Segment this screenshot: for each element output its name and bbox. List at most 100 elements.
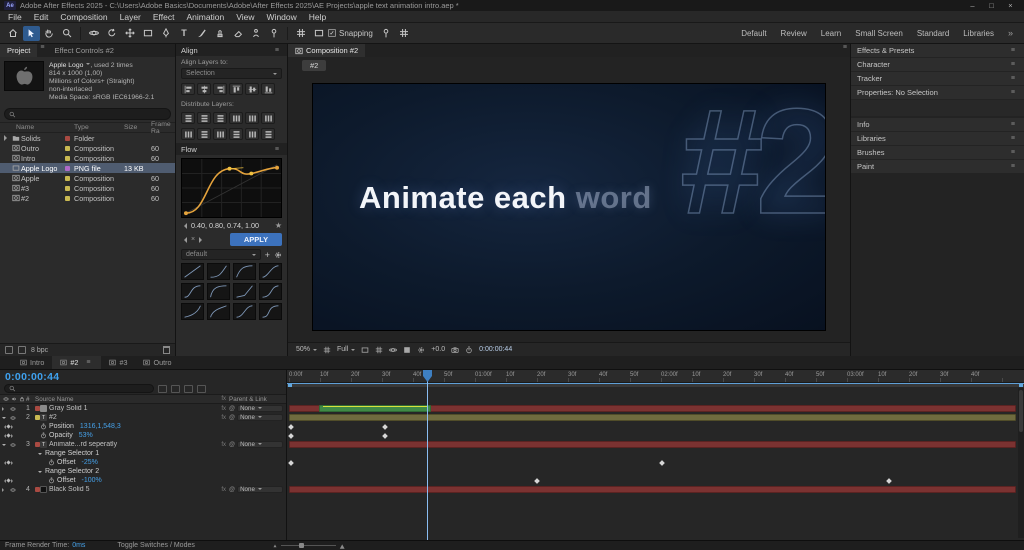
pan-behind-tool[interactable]: [122, 26, 139, 41]
align-v-center-button[interactable]: [245, 83, 259, 95]
menu-edit[interactable]: Edit: [28, 12, 55, 22]
stopwatch-icon[interactable]: [48, 459, 55, 466]
panel-properties[interactable]: Properties: No Selection≡: [851, 86, 1024, 99]
panel-libraries[interactable]: Libraries≡: [851, 132, 1024, 145]
twirl-icon[interactable]: [2, 488, 6, 492]
pickwhip-icon[interactable]: @: [229, 487, 235, 493]
exposure-value[interactable]: +0.0: [431, 346, 445, 353]
flow-curve-values[interactable]: 0.40, 0.80, 0.74, 1.00: [191, 221, 259, 230]
favorite-star-icon[interactable]: ★: [275, 221, 282, 230]
keyframe-navigator[interactable]: [0, 479, 16, 483]
align-top-button[interactable]: [229, 83, 243, 95]
panel-menu-icon[interactable]: ≡: [272, 146, 282, 153]
transparency-grid-icon[interactable]: [375, 346, 383, 354]
stopwatch-icon[interactable]: [48, 477, 55, 484]
preset-thumb-ease-in[interactable]: [207, 263, 230, 280]
keyframe-icon[interactable]: [534, 478, 540, 484]
group-row-range-selector-2[interactable]: Range Selector 2: [0, 467, 286, 476]
comp-canvas[interactable]: #2 Animate each word: [313, 84, 825, 330]
distribute-v-center-button[interactable]: [197, 112, 211, 124]
panel-menu-icon[interactable]: ≡: [1008, 89, 1018, 96]
composition-mini-flowchart-icon[interactable]: [158, 385, 167, 393]
workspace-review[interactable]: Review: [774, 29, 814, 38]
parent-dropdown[interactable]: None: [237, 441, 283, 448]
menu-layer[interactable]: Layer: [114, 12, 147, 22]
eye-icon[interactable]: [10, 487, 16, 493]
keyframe-icon[interactable]: [288, 433, 294, 439]
snapping-checkbox[interactable]: ✓: [328, 29, 336, 37]
project-row-intro[interactable]: Intro Composition 60: [0, 153, 175, 163]
mask-options-icon[interactable]: [311, 26, 328, 41]
align-right-button[interactable]: [213, 83, 227, 95]
panel-effects-presets[interactable]: Effects & Presets≡: [851, 44, 1024, 57]
keyframe-icon[interactable]: [288, 460, 294, 466]
footage-thumbnail[interactable]: [4, 61, 44, 91]
panel-menu-icon[interactable]: ≡: [1008, 61, 1018, 68]
zoom-slider-handle[interactable]: [299, 543, 304, 548]
work-area-bar[interactable]: [287, 383, 1024, 387]
label-chip[interactable]: [65, 156, 70, 161]
property-row-position[interactable]: Position 1316,1,548,3: [0, 422, 286, 431]
playhead-line[interactable]: [427, 370, 428, 540]
project-row-solids[interactable]: Solids Folder: [0, 133, 175, 143]
project-row-apple-logo[interactable]: Apple Logo PNG file 13 KB: [0, 163, 175, 173]
panel-paint[interactable]: Paint≡: [851, 160, 1024, 173]
project-search-box[interactable]: [4, 108, 171, 120]
eraser-tool[interactable]: [230, 26, 247, 41]
panel-menu-icon[interactable]: ≡: [1008, 121, 1018, 128]
rotation-tool[interactable]: [104, 26, 121, 41]
current-timecode[interactable]: 0:00:00:44: [5, 371, 59, 383]
puppet-pin-tool[interactable]: [266, 26, 283, 41]
align-panel-header[interactable]: Align ≡: [176, 44, 287, 56]
column-source-name[interactable]: Source Name: [35, 396, 190, 403]
preset-thumb-8[interactable]: [259, 283, 282, 300]
panel-info[interactable]: Info≡: [851, 118, 1024, 131]
workspace-libraries[interactable]: Libraries: [956, 29, 1001, 38]
layer-bar[interactable]: [289, 486, 1016, 493]
bit-depth-button[interactable]: 8 bpc: [31, 347, 48, 354]
timeline-tab-comp2[interactable]: #2≡: [52, 356, 101, 369]
flip-curve-icon[interactable]: [181, 223, 187, 229]
layer-row-animate-text[interactable]: 3 T Animate...rd seperatly fx @None: [0, 440, 286, 449]
distribute-option-button-4[interactable]: [229, 128, 243, 140]
panel-menu-icon[interactable]: ≡: [1008, 163, 1018, 170]
timeline-search-input[interactable]: [19, 385, 149, 392]
brush-tool[interactable]: [194, 26, 211, 41]
layer-bar[interactable]: [289, 414, 1016, 421]
property-name[interactable]: Position: [49, 423, 74, 430]
pen-tool[interactable]: [158, 26, 175, 41]
distribute-option-button-1[interactable]: [181, 128, 195, 140]
timeline-tab-comp3[interactable]: #3: [101, 356, 135, 369]
layer-row-black-solid-5[interactable]: 4 Black Solid 5 fx @None: [0, 485, 286, 494]
column-type[interactable]: Type: [74, 124, 124, 131]
project-row-outro[interactable]: Outro Composition 60: [0, 143, 175, 153]
panel-brushes[interactable]: Brushes≡: [851, 146, 1024, 159]
twirl-icon[interactable]: [2, 444, 6, 448]
maximize-button[interactable]: □: [982, 1, 1001, 10]
project-row-comp3[interactable]: #3 Composition 60: [0, 183, 175, 193]
panel-tracker[interactable]: Tracker≡: [851, 72, 1024, 85]
zoom-tool[interactable]: [59, 26, 76, 41]
stopwatch-icon[interactable]: [40, 423, 47, 430]
region-of-interest-icon[interactable]: [361, 346, 369, 354]
panel-menu-icon[interactable]: ≡: [83, 359, 93, 366]
snap-option-icon-1[interactable]: [377, 26, 394, 41]
new-folder-icon[interactable]: [18, 346, 26, 354]
group-name[interactable]: Range Selector 2: [45, 468, 99, 475]
parent-dropdown[interactable]: None: [237, 405, 283, 412]
eye-icon[interactable]: [3, 396, 9, 402]
distribute-left-button[interactable]: [229, 112, 243, 124]
close-button[interactable]: ×: [1001, 1, 1020, 10]
preset-dropdown[interactable]: default: [181, 249, 261, 260]
menu-file[interactable]: File: [2, 12, 28, 22]
timeline-search-box[interactable]: [4, 384, 154, 393]
twirl-icon[interactable]: [4, 135, 10, 141]
project-row-apple[interactable]: Apple Composition 60: [0, 173, 175, 183]
project-row-comp2[interactable]: #2 Composition 60: [0, 193, 175, 203]
twirl-icon[interactable]: [38, 453, 42, 457]
shape-tool[interactable]: [140, 26, 157, 41]
distribute-option-button-2[interactable]: [197, 128, 211, 140]
add-preset-icon[interactable]: +: [265, 250, 270, 260]
apply-button[interactable]: APPLY: [230, 233, 282, 246]
workspace-default[interactable]: Default: [734, 29, 773, 38]
